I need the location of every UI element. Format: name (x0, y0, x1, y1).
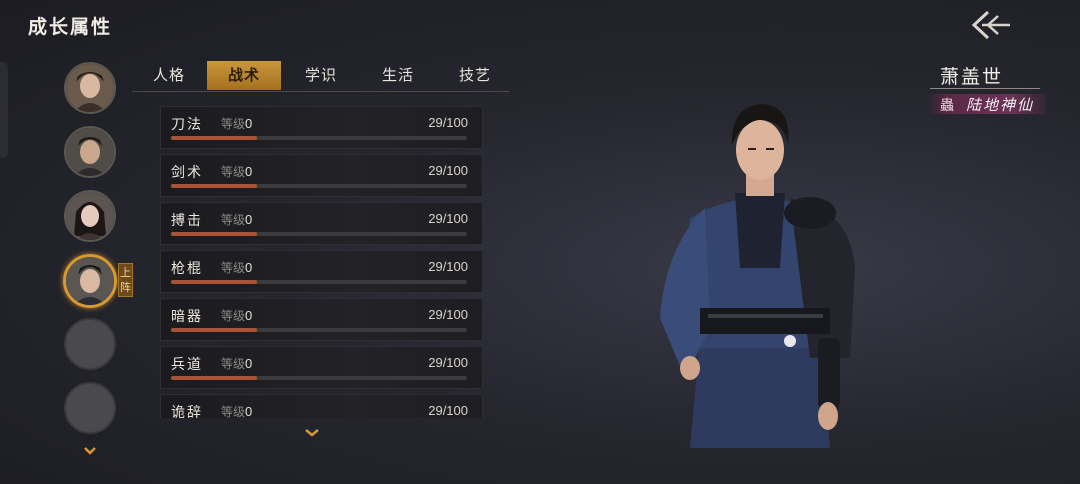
skill-row[interactable]: 暗器 等级0 29/100 (160, 298, 483, 341)
skill-name: 枪棍 (171, 261, 203, 277)
progress-fill (171, 280, 257, 284)
back-arrow-icon (971, 10, 1010, 40)
progress-fill (171, 232, 257, 236)
skill-level: 等级0 (221, 115, 252, 132)
skill-name: 诡辞 (171, 405, 203, 418)
progress-fill (171, 328, 257, 332)
level-value: 0 (245, 116, 253, 131)
level-value: 0 (245, 212, 253, 227)
skill-level: 等级0 (221, 307, 252, 324)
skill-row[interactable]: 枪棍 等级0 29/100 (160, 250, 483, 293)
progress-bar (171, 136, 467, 140)
progress-fill (171, 136, 257, 140)
avatar-portrait-icon (66, 128, 114, 176)
tab-craft[interactable]: 技艺 (438, 61, 512, 90)
progress-fill (171, 184, 257, 188)
skill-progress-text: 29/100 (428, 115, 468, 130)
progress-bar (171, 376, 467, 380)
skill-list[interactable]: 刀法 等级0 29/100 剑术 等级0 29/100 搏击 等级0 29/10… (160, 106, 483, 418)
roster-avatar-4-selected[interactable] (63, 254, 117, 308)
skill-progress-text: 29/100 (428, 307, 468, 322)
tab-life[interactable]: 生活 (361, 61, 435, 90)
skill-progress-text: 29/100 (428, 211, 468, 226)
skill-row[interactable]: 剑术 等级0 29/100 (160, 154, 483, 197)
skill-name: 兵道 (171, 357, 203, 373)
level-value: 0 (245, 356, 253, 371)
level-value: 0 (245, 308, 253, 323)
roster-slot-empty-2[interactable] (64, 382, 116, 434)
skill-name: 搏击 (171, 213, 203, 229)
name-divider (930, 88, 1040, 89)
chevron-down-icon (305, 429, 319, 437)
skill-name: 剑术 (171, 165, 203, 181)
page-title: 成长属性 (28, 16, 113, 38)
avatar-portrait-icon (66, 192, 114, 240)
level-value: 0 (245, 404, 253, 418)
top-bar: 成长属性 (0, 0, 1080, 48)
title-emblem-icon: 蟲 (940, 98, 954, 114)
progress-bar (171, 280, 467, 284)
chevron-down-icon (84, 447, 96, 455)
skill-level: 等级0 (221, 403, 252, 418)
skill-progress-text: 29/100 (428, 259, 468, 274)
deploy-tag: 上阵 (118, 263, 133, 297)
level-label: 等级 (221, 405, 246, 418)
roster-avatar-3[interactable] (64, 190, 116, 242)
roster-slot-empty-1[interactable] (64, 318, 116, 370)
level-value: 0 (245, 260, 253, 275)
level-label: 等级 (221, 165, 246, 179)
skill-row[interactable]: 诡辞 等级0 29/100 (160, 394, 483, 418)
level-label: 等级 (221, 213, 246, 227)
character-title-badge: 蟲 陆地神仙 (926, 94, 1046, 114)
level-label: 等级 (221, 261, 246, 275)
character-title: 陆地神仙 (966, 96, 1035, 114)
character-name: 萧盖世 (940, 66, 1004, 88)
progress-bar (171, 232, 467, 236)
roster-avatar-2[interactable] (64, 126, 116, 178)
skill-level: 等级0 (221, 211, 252, 228)
roster-avatar-1[interactable] (64, 62, 116, 114)
avatar-portrait-icon (66, 64, 114, 112)
character-figure-image (660, 104, 855, 448)
skill-name: 刀法 (171, 117, 203, 133)
level-value: 0 (245, 164, 253, 179)
skill-row[interactable]: 兵道 等级0 29/100 (160, 346, 483, 389)
back-button[interactable] (968, 8, 1012, 42)
level-label: 等级 (221, 309, 246, 323)
avatar-portrait-icon (66, 257, 114, 305)
tab-knowledge[interactable]: 学识 (284, 61, 358, 90)
skill-level: 等级0 (221, 259, 252, 276)
tab-tactics[interactable]: 战术 (207, 61, 281, 90)
skill-level: 等级0 (221, 163, 252, 180)
skill-progress-text: 29/100 (428, 403, 468, 418)
skill-progress-text: 29/100 (428, 163, 468, 178)
progress-bar (171, 328, 467, 332)
roster-scroll-down-button[interactable] (84, 440, 96, 459)
progress-bar (171, 184, 467, 188)
skill-row[interactable]: 搏击 等级0 29/100 (160, 202, 483, 245)
character-portrait (650, 98, 870, 458)
tab-personality[interactable]: 人格 (132, 61, 206, 90)
list-scroll-down-button[interactable] (305, 422, 319, 441)
attribute-tabs: 人格 战术 学识 生活 技艺 (132, 61, 509, 92)
skill-level: 等级0 (221, 355, 252, 372)
level-label: 等级 (221, 357, 246, 371)
skill-name: 暗器 (171, 309, 203, 325)
skill-progress-text: 29/100 (428, 355, 468, 370)
level-label: 等级 (221, 117, 246, 131)
skill-row[interactable]: 刀法 等级0 29/100 (160, 106, 483, 149)
progress-fill (171, 376, 257, 380)
side-drawer-handle[interactable] (0, 62, 8, 158)
